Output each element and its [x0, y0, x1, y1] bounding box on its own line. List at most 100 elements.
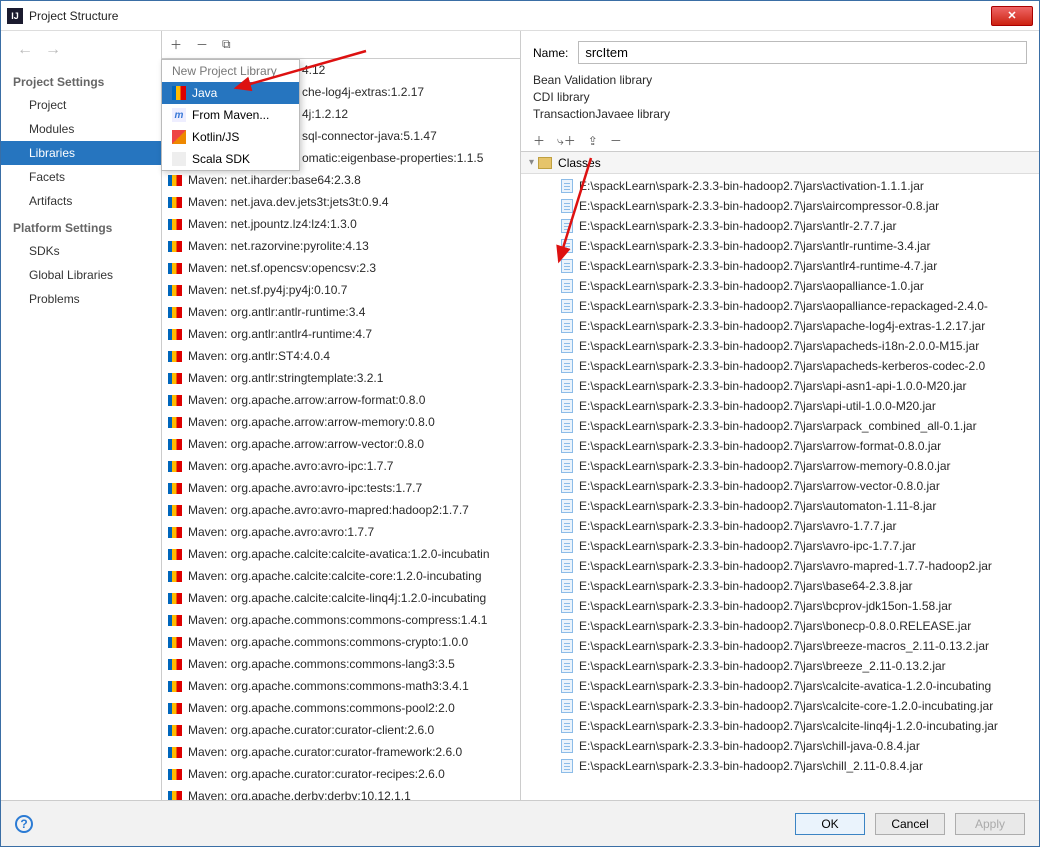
class-path-item[interactable]: E:\spackLearn\spark-2.3.3-bin-hadoop2.7\… [521, 236, 1039, 256]
add-library-button[interactable]: ＋ [170, 36, 182, 53]
class-path-item[interactable]: E:\spackLearn\spark-2.3.3-bin-hadoop2.7\… [521, 456, 1039, 476]
class-path-item[interactable]: E:\spackLearn\spark-2.3.3-bin-hadoop2.7\… [521, 416, 1039, 436]
sidebar-item-facets[interactable]: Facets [1, 165, 161, 189]
jar-icon [561, 559, 573, 573]
class-path-item[interactable]: E:\spackLearn\spark-2.3.3-bin-hadoop2.7\… [521, 396, 1039, 416]
library-item[interactable]: Maven: org.antlr:antlr4-runtime:4.7 [162, 323, 520, 345]
popup-item-kotlin-js[interactable]: Kotlin/JS [162, 126, 299, 148]
sidebar-item-problems[interactable]: Problems [1, 287, 161, 311]
library-label: Maven: org.apache.commons:commons-pool2:… [188, 701, 455, 715]
library-item[interactable]: Maven: org.antlr:stringtemplate:3.2.1 [162, 367, 520, 389]
class-path-item[interactable]: E:\spackLearn\spark-2.3.3-bin-hadoop2.7\… [521, 436, 1039, 456]
library-item[interactable]: Maven: org.apache.curator:curator-framew… [162, 741, 520, 763]
class-path-item[interactable]: E:\spackLearn\spark-2.3.3-bin-hadoop2.7\… [521, 616, 1039, 636]
library-icon [168, 417, 182, 428]
class-path-label: E:\spackLearn\spark-2.3.3-bin-hadoop2.7\… [579, 379, 967, 393]
class-path-item[interactable]: E:\spackLearn\spark-2.3.3-bin-hadoop2.7\… [521, 636, 1039, 656]
copy-library-button[interactable]: ⧉ [222, 37, 231, 52]
library-item[interactable]: Maven: org.antlr:antlr-runtime:3.4 [162, 301, 520, 323]
name-input[interactable] [578, 41, 1027, 64]
class-path-item[interactable]: E:\spackLearn\spark-2.3.3-bin-hadoop2.7\… [521, 376, 1039, 396]
class-path-item[interactable]: E:\spackLearn\spark-2.3.3-bin-hadoop2.7\… [521, 336, 1039, 356]
library-item[interactable]: Maven: org.apache.commons:commons-lang3:… [162, 653, 520, 675]
library-item[interactable]: Maven: org.apache.curator:curator-client… [162, 719, 520, 741]
nav-back-icon[interactable]: ← [17, 41, 33, 59]
library-item[interactable]: Maven: org.apache.derby:derby:10.12.1.1 [162, 785, 520, 800]
library-item[interactable]: Maven: org.apache.calcite:calcite-linq4j… [162, 587, 520, 609]
library-item[interactable]: Maven: org.apache.avro:avro:1.7.7 [162, 521, 520, 543]
class-path-item[interactable]: E:\spackLearn\spark-2.3.3-bin-hadoop2.7\… [521, 656, 1039, 676]
library-icon [168, 637, 182, 648]
ok-button[interactable]: OK [795, 813, 865, 835]
nav-forward-icon[interactable]: → [45, 41, 61, 59]
classes-list[interactable]: E:\spackLearn\spark-2.3.3-bin-hadoop2.7\… [521, 174, 1039, 800]
sidebar-item-sdks[interactable]: SDKs [1, 239, 161, 263]
add-tree-button[interactable]: ⤷＋ [557, 132, 576, 149]
name-label: Name: [533, 46, 568, 60]
class-path-item[interactable]: E:\spackLearn\spark-2.3.3-bin-hadoop2.7\… [521, 216, 1039, 236]
library-item[interactable]: Maven: org.apache.arrow:arrow-memory:0.8… [162, 411, 520, 433]
library-item[interactable]: Maven: net.java.dev.jets3t:jets3t:0.9.4 [162, 191, 520, 213]
library-label: Maven: org.apache.curator:curator-client… [188, 723, 434, 737]
sidebar-item-libraries[interactable]: Libraries [1, 141, 161, 165]
library-item[interactable]: Maven: net.iharder:base64:2.3.8 [162, 169, 520, 191]
class-path-item[interactable]: E:\spackLearn\spark-2.3.3-bin-hadoop2.7\… [521, 256, 1039, 276]
library-item[interactable]: Maven: net.sf.py4j:py4j:0.10.7 [162, 279, 520, 301]
library-item[interactable]: Maven: org.apache.commons:commons-crypto… [162, 631, 520, 653]
class-path-item[interactable]: E:\spackLearn\spark-2.3.3-bin-hadoop2.7\… [521, 516, 1039, 536]
library-item[interactable]: Maven: org.apache.arrow:arrow-format:0.8… [162, 389, 520, 411]
library-item[interactable]: Maven: org.apache.arrow:arrow-vector:0.8… [162, 433, 520, 455]
library-item[interactable]: Maven: net.razorvine:pyrolite:4.13 [162, 235, 520, 257]
popup-item-scala-sdk[interactable]: Scala SDK [162, 148, 299, 170]
sidebar-item-artifacts[interactable]: Artifacts [1, 189, 161, 213]
class-path-item[interactable]: E:\spackLearn\spark-2.3.3-bin-hadoop2.7\… [521, 196, 1039, 216]
library-label: che-log4j-extras:1.2.17 [302, 85, 424, 99]
class-path-item[interactable]: E:\spackLearn\spark-2.3.3-bin-hadoop2.7\… [521, 576, 1039, 596]
library-item[interactable]: Maven: org.apache.commons:commons-pool2:… [162, 697, 520, 719]
popup-item-java[interactable]: Java [162, 82, 299, 104]
class-path-item[interactable]: E:\spackLearn\spark-2.3.3-bin-hadoop2.7\… [521, 296, 1039, 316]
library-icon [168, 549, 182, 560]
library-item[interactable]: Maven: org.apache.commons:commons-compre… [162, 609, 520, 631]
library-item[interactable]: Maven: net.jpountz.lz4:lz4:1.3.0 [162, 213, 520, 235]
library-item[interactable]: Maven: org.apache.calcite:calcite-core:1… [162, 565, 520, 587]
close-button[interactable]: ✕ [991, 6, 1033, 26]
remove-library-button[interactable]: － [196, 36, 208, 53]
class-path-item[interactable]: E:\spackLearn\spark-2.3.3-bin-hadoop2.7\… [521, 736, 1039, 756]
library-item[interactable]: Maven: org.apache.curator:curator-recipe… [162, 763, 520, 785]
add-root-button[interactable]: ＋ [533, 132, 545, 149]
sidebar-item-global-libraries[interactable]: Global Libraries [1, 263, 161, 287]
cancel-button[interactable]: Cancel [875, 813, 945, 835]
class-path-item[interactable]: E:\spackLearn\spark-2.3.3-bin-hadoop2.7\… [521, 276, 1039, 296]
library-item[interactable]: Maven: org.apache.avro:avro-ipc:tests:1.… [162, 477, 520, 499]
library-item[interactable]: Maven: org.apache.avro:avro-ipc:1.7.7 [162, 455, 520, 477]
sidebar-item-project[interactable]: Project [1, 93, 161, 117]
titlebar: IJ Project Structure ✕ [1, 1, 1039, 31]
class-path-item[interactable]: E:\spackLearn\spark-2.3.3-bin-hadoop2.7\… [521, 536, 1039, 556]
class-path-item[interactable]: E:\spackLearn\spark-2.3.3-bin-hadoop2.7\… [521, 556, 1039, 576]
library-item[interactable]: Maven: org.antlr:ST4:4.0.4 [162, 345, 520, 367]
sidebar-item-modules[interactable]: Modules [1, 117, 161, 141]
library-icon [168, 571, 182, 582]
library-item[interactable]: Maven: org.apache.avro:avro-mapred:hadoo… [162, 499, 520, 521]
library-item[interactable]: Maven: org.apache.calcite:calcite-avatic… [162, 543, 520, 565]
library-icon [168, 197, 182, 208]
help-icon[interactable]: ? [15, 815, 33, 833]
class-path-item[interactable]: E:\spackLearn\spark-2.3.3-bin-hadoop2.7\… [521, 476, 1039, 496]
class-path-item[interactable]: E:\spackLearn\spark-2.3.3-bin-hadoop2.7\… [521, 676, 1039, 696]
class-path-item[interactable]: E:\spackLearn\spark-2.3.3-bin-hadoop2.7\… [521, 756, 1039, 776]
class-path-item[interactable]: E:\spackLearn\spark-2.3.3-bin-hadoop2.7\… [521, 176, 1039, 196]
remove-root-button[interactable]: － [610, 132, 622, 149]
library-item[interactable]: Maven: net.sf.opencsv:opencsv:2.3 [162, 257, 520, 279]
class-path-item[interactable]: E:\spackLearn\spark-2.3.3-bin-hadoop2.7\… [521, 316, 1039, 336]
library-icon [168, 307, 182, 318]
class-path-item[interactable]: E:\spackLearn\spark-2.3.3-bin-hadoop2.7\… [521, 716, 1039, 736]
class-path-item[interactable]: E:\spackLearn\spark-2.3.3-bin-hadoop2.7\… [521, 496, 1039, 516]
class-path-item[interactable]: E:\spackLearn\spark-2.3.3-bin-hadoop2.7\… [521, 356, 1039, 376]
class-path-item[interactable]: E:\spackLearn\spark-2.3.3-bin-hadoop2.7\… [521, 696, 1039, 716]
classes-header[interactable]: ▾ Classes [521, 152, 1039, 174]
share-button[interactable]: ⇪ [588, 134, 598, 148]
library-item[interactable]: Maven: org.apache.commons:commons-math3:… [162, 675, 520, 697]
popup-item-from-maven-[interactable]: mFrom Maven... [162, 104, 299, 126]
class-path-item[interactable]: E:\spackLearn\spark-2.3.3-bin-hadoop2.7\… [521, 596, 1039, 616]
